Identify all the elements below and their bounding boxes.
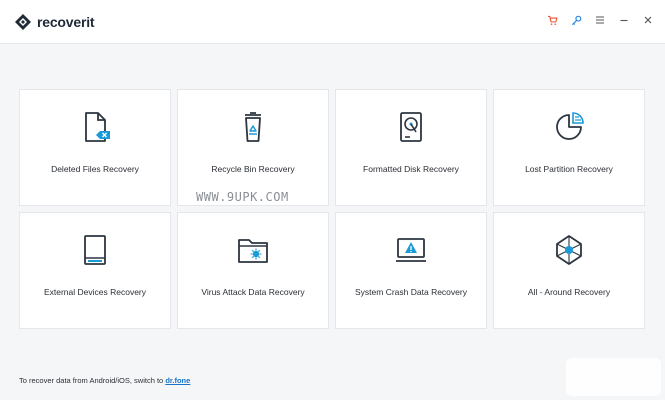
minimize-icon[interactable] [617, 13, 631, 27]
card-label: All - Around Recovery [527, 287, 611, 297]
external-device-icon [78, 233, 112, 267]
card-label: External Devices Recovery [43, 287, 147, 297]
hard-disk-icon [394, 110, 428, 144]
partition-pie-icon [552, 110, 586, 144]
virus-folder-icon [236, 233, 270, 267]
card-label: Deleted Files Recovery [51, 164, 139, 174]
footer-text: To recover data from Android/iOS, switch… [19, 376, 166, 385]
card-formatted-disk-recovery[interactable]: Formatted Disk Recovery [335, 89, 487, 206]
app-name: recoverit [37, 14, 95, 30]
footer-hint: To recover data from Android/iOS, switch… [19, 376, 190, 385]
card-label: Lost Partition Recovery [525, 164, 613, 174]
app-logo: recoverit [14, 13, 95, 31]
deleted-file-icon [78, 110, 112, 144]
card-recycle-bin-recovery[interactable]: Recycle Bin Recovery [177, 89, 329, 206]
recoverit-logo-icon [15, 14, 31, 30]
key-icon[interactable] [569, 13, 583, 27]
card-all-around-recovery[interactable]: All - Around Recovery [493, 212, 645, 329]
card-label: Virus Attack Data Recovery [201, 287, 305, 297]
crash-monitor-icon [394, 233, 428, 267]
card-external-devices-recovery[interactable]: External Devices Recovery [19, 212, 171, 329]
all-around-icon [552, 233, 586, 267]
title-bar: recoverit [0, 0, 665, 44]
card-label: Formatted Disk Recovery [363, 164, 459, 174]
menu-icon[interactable] [593, 13, 607, 27]
card-deleted-files-recovery[interactable]: Deleted Files Recovery [19, 89, 171, 206]
card-virus-attack-data-recovery[interactable]: Virus Attack Data Recovery [177, 212, 329, 329]
card-label: Recycle Bin Recovery [211, 164, 295, 174]
watermark-text: WWW.9UPK.COM [196, 190, 289, 204]
obscured-corner [566, 358, 661, 396]
recycle-bin-icon [236, 110, 270, 144]
card-lost-partition-recovery[interactable]: Lost Partition Recovery [493, 89, 645, 206]
card-system-crash-data-recovery[interactable]: System Crash Data Recovery [335, 212, 487, 329]
recovery-mode-grid: Deleted Files Recovery Recycle Bin Recov… [19, 89, 645, 329]
card-label: System Crash Data Recovery [355, 287, 467, 297]
window-controls [545, 13, 655, 27]
close-icon[interactable] [641, 13, 655, 27]
cart-icon[interactable] [545, 13, 559, 27]
drfone-link[interactable]: dr.fone [165, 376, 190, 385]
